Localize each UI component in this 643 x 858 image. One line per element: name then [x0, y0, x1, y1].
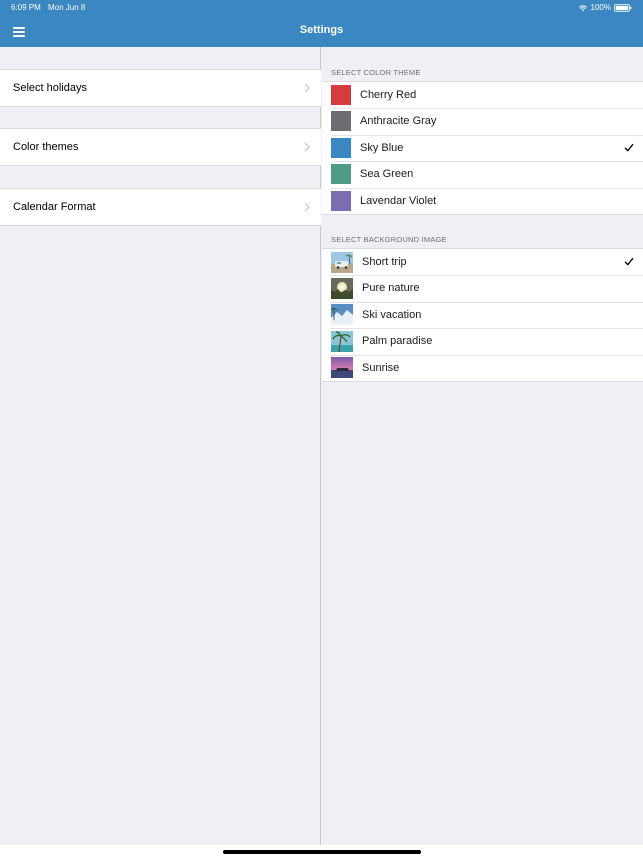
home-indicator[interactable]	[223, 850, 421, 854]
color-option-lavendar-violet[interactable]: Lavendar Violet	[322, 187, 643, 214]
page-title: Settings	[299, 24, 344, 36]
navigation-bar: Settings	[0, 16, 643, 47]
color-swatch	[331, 190, 351, 211]
menu-item-calendar-format[interactable]: Calendar Format	[0, 188, 321, 226]
wifi-icon	[578, 4, 587, 11]
checkmark-icon	[624, 257, 634, 266]
background-option-label: Ski vacation	[362, 308, 422, 321]
color-option-label: Lavendar Violet	[360, 194, 437, 207]
palm-paradise-thumbnail	[331, 330, 353, 352]
battery-icon	[614, 3, 632, 12]
background-option-label: Sunrise	[362, 361, 400, 374]
detail-pane: SELECT COLOR THEME Cherry Red Anthracite…	[322, 47, 643, 845]
background-option-pure-nature[interactable]: Pure nature	[322, 275, 643, 301]
color-option-label: Anthracite Gray	[360, 115, 437, 128]
pure-nature-thumbnail	[331, 277, 353, 299]
checkmark-icon	[624, 143, 634, 152]
battery-percent: 100%	[590, 3, 611, 12]
short-trip-thumbnail	[331, 251, 353, 273]
color-option-sea-green[interactable]: Sea Green	[322, 161, 643, 187]
ski-vacation-thumbnail	[331, 304, 353, 326]
background-option-label: Pure nature	[362, 282, 420, 295]
color-option-cherry-red[interactable]: Cherry Red	[322, 82, 643, 108]
background-option-short-trip[interactable]: Short trip	[322, 249, 643, 275]
color-swatch	[331, 85, 351, 105]
color-option-label: Sea Green	[360, 168, 414, 181]
menu-item-label: Select holidays	[13, 82, 87, 94]
color-swatch	[331, 137, 351, 158]
background-image-list: Short trip Pure nature Ski vacation Palm	[322, 248, 643, 382]
home-indicator-bar	[0, 845, 643, 858]
color-swatch	[331, 164, 351, 185]
status-date: Mon Jun 8	[48, 3, 86, 12]
menu-item-select-holidays[interactable]: Select holidays	[0, 69, 321, 107]
background-option-label: Short trip	[362, 256, 407, 268]
sunrise-thumbnail	[331, 357, 353, 379]
color-option-anthracite-gray[interactable]: Anthracite Gray	[322, 108, 643, 134]
status-time: 6:09 PM	[11, 3, 41, 12]
chevron-right-icon	[304, 142, 310, 152]
background-option-palm-paradise[interactable]: Palm paradise	[322, 328, 643, 354]
background-option-ski-vacation[interactable]: Ski vacation	[322, 301, 643, 328]
color-option-sky-blue[interactable]: Sky Blue	[322, 134, 643, 161]
status-bar: 6:09 PM Mon Jun 8 100%	[0, 0, 643, 16]
color-theme-header: SELECT COLOR THEME	[331, 68, 421, 77]
color-option-label: Sky Blue	[360, 141, 404, 154]
menu-item-color-themes[interactable]: Color themes	[0, 128, 321, 166]
color-theme-list: Cherry Red Anthracite Gray Sky Blue Sea …	[322, 81, 643, 215]
color-swatch	[331, 111, 351, 132]
settings-menu: Select holidays Color themes Calendar Fo…	[0, 47, 321, 845]
status-indicators: 100%	[578, 3, 632, 12]
background-option-label: Palm paradise	[362, 335, 433, 348]
background-image-header: SELECT BACKGROUND IMAGE	[331, 235, 447, 244]
chevron-right-icon	[304, 202, 310, 212]
menu-item-label: Color themes	[13, 141, 79, 153]
chevron-right-icon	[304, 83, 310, 93]
color-option-label: Cherry Red	[360, 89, 417, 101]
background-option-sunrise[interactable]: Sunrise	[322, 354, 643, 381]
menu-item-label: Calendar Format	[13, 201, 96, 213]
